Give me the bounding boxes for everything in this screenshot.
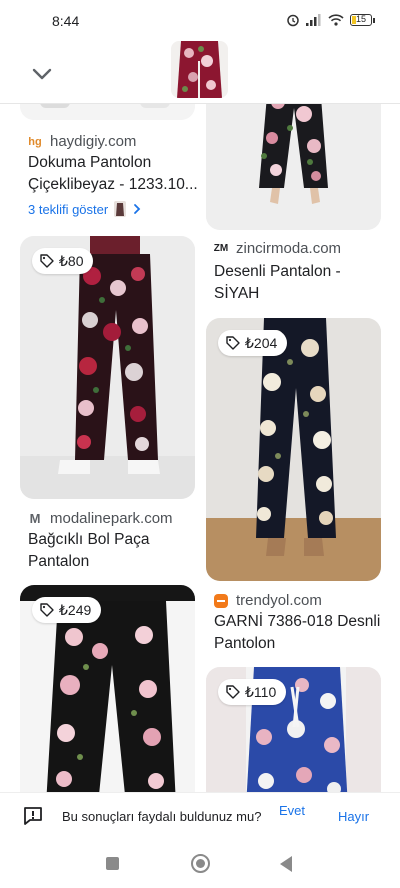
price-value: ₺80	[59, 252, 84, 269]
source-name: zincirmoda.com	[236, 240, 342, 257]
results-feed: hg haydigiy.com Dokuma Pantolon Çiçeklib…	[0, 104, 400, 792]
product-mini-thumb-icon	[114, 201, 127, 217]
chevron-down-icon[interactable]	[26, 58, 58, 90]
haydigiy-logo-icon: hg	[28, 135, 42, 148]
price-badge: ₺249	[32, 597, 102, 623]
signal-icon	[306, 14, 321, 26]
product-image[interactable]: ₺80	[20, 236, 195, 499]
price-value: ₺204	[245, 334, 278, 351]
source-name: haydigiy.com	[50, 133, 137, 150]
price-badge: ₺110	[218, 679, 287, 705]
price-tag-icon	[226, 685, 240, 699]
chevron-right-icon	[134, 204, 141, 214]
zincirmoda-logo-icon: ZM	[213, 243, 229, 254]
price-tag-icon	[40, 254, 54, 268]
home-icon[interactable]	[191, 854, 210, 873]
price-tag-icon	[226, 336, 240, 350]
price-badge: ₺80	[32, 248, 94, 274]
result-title[interactable]: Bağcıklı Bol Paça Pantalon	[28, 529, 200, 573]
trendyol-logo-icon	[214, 593, 228, 608]
product-image[interactable]: ₺110	[206, 667, 381, 792]
result-title[interactable]: Dokuma Pantolon Çiçeklibeyaz - 1233.10..…	[28, 152, 200, 196]
system-nav-bar	[0, 840, 400, 888]
battery-level: 15	[355, 14, 366, 24]
source-name: modalinepark.com	[50, 510, 173, 527]
price-tag-icon	[40, 603, 54, 617]
alarm-icon	[287, 14, 299, 27]
product-image[interactable]: ₺249	[20, 585, 195, 792]
price-badge: ₺204	[218, 330, 288, 356]
header	[0, 41, 400, 104]
status-bar: 8:44 15	[0, 0, 400, 44]
result-source[interactable]: ZM zincirmoda.com	[214, 240, 341, 257]
price-value: ₺249	[59, 601, 92, 618]
product-image[interactable]	[206, 104, 381, 230]
offers-link[interactable]: 3 teklifi göster	[28, 201, 142, 217]
source-name: trendyol.com	[236, 592, 322, 609]
selected-product-thumbnail[interactable]	[171, 41, 228, 98]
offers-label: 3 teklifi göster	[28, 201, 109, 217]
battery-icon: 15	[350, 14, 375, 26]
product-image[interactable]: ₺204	[206, 318, 381, 581]
feedback-yes-button[interactable]: Evet	[276, 803, 308, 819]
status-time: 8:44	[52, 13, 80, 29]
feedback-no-button[interactable]: Hayır	[338, 809, 369, 824]
recent-apps-icon[interactable]	[106, 857, 119, 870]
result-source[interactable]: M modalinepark.com	[28, 510, 173, 527]
result-source[interactable]: hg haydigiy.com	[28, 133, 136, 150]
feedback-question: Bu sonuçları faydalı buldunuz mu?	[62, 809, 262, 824]
price-value: ₺110	[245, 683, 277, 700]
status-icons: 15	[286, 13, 375, 27]
modalinepark-logo-icon: M	[29, 511, 41, 526]
result-title[interactable]: GARNİ 7386-018 Desnli Pantolon	[214, 611, 384, 655]
result-source[interactable]: trendyol.com	[214, 592, 322, 609]
feedback-bar: Bu sonuçları faydalı buldunuz mu? Evet H…	[0, 792, 400, 840]
wifi-icon	[328, 14, 344, 26]
feedback-icon	[24, 807, 42, 825]
product-image[interactable]	[20, 104, 195, 120]
result-title[interactable]: Desenli Pantalon - SİYAH	[214, 261, 386, 305]
back-icon[interactable]	[280, 856, 292, 872]
